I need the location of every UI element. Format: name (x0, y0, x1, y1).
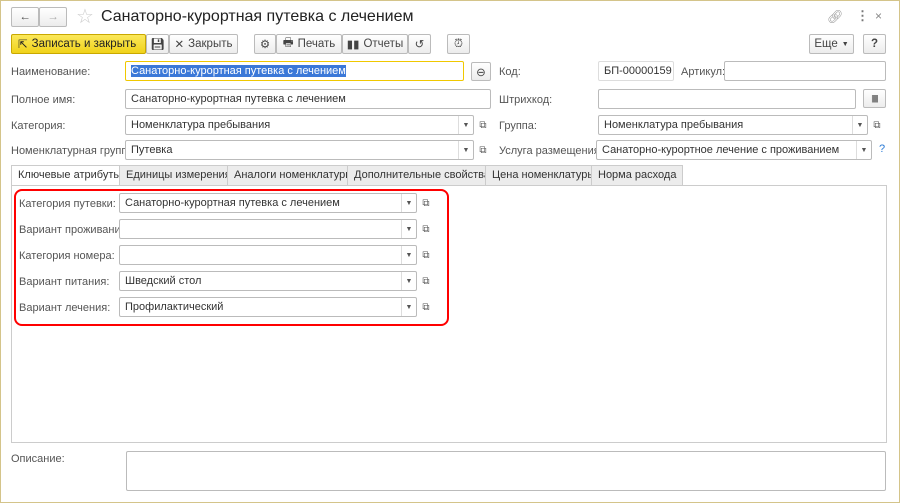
arrow-left-circle-icon: ⊖ (476, 66, 486, 79)
save-button[interactable]: 💾︎ (146, 34, 169, 54)
dropdown-icon[interactable]: ▼ (458, 116, 473, 134)
open-icon[interactable]: ⧉ (870, 115, 884, 135)
attribute-value: Шведский стол (125, 275, 202, 287)
back-button[interactable]: ← (11, 7, 39, 27)
dropdown-icon[interactable]: ▼ (401, 246, 416, 264)
attribute-label: Вариант лечения: (19, 302, 111, 314)
barcode-label: Штрихкод: (499, 94, 553, 106)
save-close-label: Записать и закрыть (31, 38, 137, 50)
close-button[interactable]: ✕ Закрыть (169, 34, 238, 54)
more-dots-icon[interactable]: ⋮ (856, 8, 869, 24)
printer-icon: 🖶︎ (282, 36, 294, 49)
reports-button[interactable]: ▮▮ Отчеты (342, 34, 408, 54)
name-input[interactable]: Санаторно-курортная путевка с лечением (125, 61, 464, 81)
history-button[interactable]: ↺ (408, 34, 431, 54)
attribute-label: Вариант проживания: (19, 224, 130, 236)
forward-button[interactable]: → (39, 7, 67, 27)
fill-name-button[interactable]: ⊖ (471, 62, 491, 81)
dropdown-icon[interactable]: ▼ (856, 141, 871, 159)
print-button[interactable]: 🖶︎ Печать (276, 34, 342, 54)
dropdown-icon[interactable]: ▼ (401, 220, 416, 238)
barcode-icon: |||||| (871, 94, 879, 103)
reports-label: Отчеты (363, 38, 404, 50)
dropdown-icon[interactable]: ▼ (401, 298, 416, 316)
save-and-close-button[interactable]: ⇱ Записать и закрыть (11, 34, 146, 54)
attribute-label: Категория путевки: (19, 198, 116, 210)
save-close-icon: ⇱ (18, 39, 28, 51)
favorite-star-icon[interactable]: ☆ (76, 4, 94, 29)
attribute-value: Санаторно-курортная путевка с лечением (125, 197, 340, 209)
nom-group-label: Номенклатурная группа: (11, 145, 137, 157)
full-name-label: Полное имя: (11, 94, 76, 106)
close-label: Закрыть (188, 38, 233, 50)
article-input[interactable] (724, 61, 886, 81)
attribute-select[interactable]: ▼ (119, 245, 417, 265)
history-icon: ↺ (414, 39, 425, 51)
alarm-clock-icon: ⏰︎ (454, 37, 463, 50)
dropdown-icon[interactable]: ▼ (401, 194, 416, 212)
attribute-value: Профилактический (125, 301, 224, 313)
tab-units[interactable]: Единицы измерения (119, 165, 238, 185)
reminder-button[interactable]: ⏰︎ (447, 34, 470, 54)
full-name-input[interactable]: Санаторно-курортная путевка с лечением (125, 89, 491, 109)
group-label: Группа: (499, 120, 537, 132)
nom-group-select[interactable]: Путевка ▼ (125, 140, 474, 160)
tab-key-attributes[interactable]: Ключевые атрибуты (11, 165, 129, 186)
dropdown-icon[interactable]: ▼ (401, 272, 416, 290)
attribute-select[interactable]: Шведский стол ▼ (119, 271, 417, 291)
category-label: Категория: (11, 120, 66, 132)
attribute-label: Категория номера: (19, 250, 115, 262)
link-icon[interactable]: 🔗︎ (827, 9, 844, 25)
category-select[interactable]: Номенклатура пребывания ▼ (125, 115, 474, 135)
dropdown-icon[interactable]: ▼ (852, 116, 867, 134)
service-help-icon[interactable]: ? (879, 143, 885, 155)
name-label: Наименование: (11, 66, 91, 78)
page-title: Санаторно-курортная путевка с лечением (101, 8, 414, 25)
service-value: Санаторно-курортное лечение с проживание… (602, 144, 840, 156)
barcode-input[interactable] (598, 89, 856, 109)
form-window: ← → ☆ Санаторно-курортная путевка с лече… (0, 0, 900, 503)
attribute-label: Вариант питания: (19, 276, 110, 288)
open-icon[interactable]: ⧉ (476, 115, 490, 135)
close-icon[interactable]: × (875, 9, 882, 23)
more-label: Еще (814, 38, 838, 50)
open-icon[interactable]: ⧉ (419, 297, 433, 317)
more-button[interactable]: Еще ▼ (809, 34, 854, 54)
x-icon: ✕ (174, 39, 185, 51)
service-label: Услуга размещения: (499, 145, 603, 157)
code-input[interactable]: БП-00000159 (598, 61, 674, 81)
chevron-down-icon: ▼ (841, 40, 849, 48)
open-icon[interactable]: ⧉ (419, 193, 433, 213)
service-select[interactable]: Санаторно-курортное лечение с проживание… (596, 140, 872, 160)
floppy-icon: 💾︎ (150, 39, 165, 51)
group-select[interactable]: Номенклатура пребывания ▼ (598, 115, 868, 135)
dropdown-icon[interactable]: ▼ (458, 141, 473, 159)
open-icon[interactable]: ⧉ (419, 245, 433, 265)
attribute-select[interactable]: Санаторно-курортная путевка с лечением ▼ (119, 193, 417, 213)
code-label: Код: (499, 66, 521, 78)
attribute-select[interactable]: Профилактический ▼ (119, 297, 417, 317)
description-label: Описание: (11, 453, 65, 465)
gears-icon: ⚙ (259, 39, 271, 51)
open-icon[interactable]: ⧉ (419, 271, 433, 291)
article-label: Артикул: (681, 66, 726, 78)
open-icon[interactable]: ⧉ (476, 140, 490, 160)
name-value: Санаторно-курортная путевка с лечением (131, 65, 346, 77)
description-textarea[interactable] (126, 451, 886, 491)
attribute-select[interactable]: ▼ (119, 219, 417, 239)
group-value: Номенклатура пребывания (604, 119, 744, 131)
tab-price[interactable]: Цена номенклатуры (485, 165, 603, 185)
settings-button[interactable]: ⚙ (254, 34, 276, 54)
nom-group-value: Путевка (131, 144, 173, 156)
help-button[interactable]: ? (863, 34, 886, 54)
open-icon[interactable]: ⧉ (419, 219, 433, 239)
bar-chart-icon: ▮▮ (346, 39, 360, 51)
tab-additional-properties[interactable]: Дополнительные свойства (347, 165, 497, 185)
tab-analogs[interactable]: Аналоги номенклатуры (227, 165, 361, 185)
tab-consumption-norm[interactable]: Норма расхода (591, 165, 684, 185)
print-label: Печать (297, 38, 336, 50)
barcode-button[interactable]: |||||| (863, 89, 886, 108)
category-value: Номенклатура пребывания (131, 119, 271, 131)
